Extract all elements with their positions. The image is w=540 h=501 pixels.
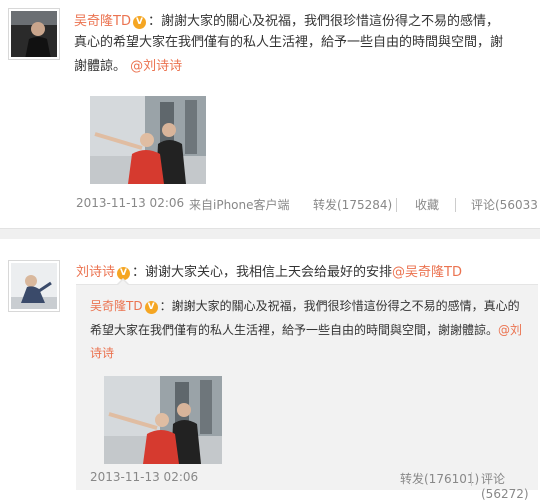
post2-text: ：谢谢大家关心，我相信上天会给最好的安排 (132, 265, 393, 280)
post2-header: 刘诗诗 V ：谢谢大家关心，我相信上天会给最好的安排@吴奇隆TD (76, 261, 462, 280)
weibo-post-2: 刘诗诗 V ：谢谢大家关心，我相信上天会给最好的安排@吴奇隆TD 吴奇隆TD V ：謝謝… (0, 239, 540, 501)
quoted-repost-button[interactable]: 转发(176101) (400, 470, 479, 487)
comment-button[interactable]: 评论(56033 (471, 196, 538, 213)
avatar-photo-icon (11, 11, 57, 57)
author-name[interactable]: 吴奇隆TD (74, 14, 131, 29)
quoted-timestamp[interactable]: 2013-11-13 02:06 (90, 470, 198, 484)
avatar-wuqilong[interactable] (8, 8, 60, 60)
quoted-text-line2-wrap: 希望大家在我們僅有的私人生活裡，給予一些自由的時間與空間，謝謝體諒。@刘 (90, 319, 522, 341)
mention-liushishi[interactable]: @刘 (498, 323, 522, 337)
avatar-liushishi[interactable] (8, 260, 60, 312)
post-text-line1: ：謝謝大家的關心及祝福，我們很珍惜這份得之不易的感情， (147, 14, 499, 29)
verified-badge-icon: V (132, 16, 146, 29)
verified-badge-icon: V (144, 301, 158, 314)
quoted-text-line1: ：謝謝大家的關心及祝福，我們很珍惜這份得之不易的感情，真心的 (159, 299, 520, 313)
author-name[interactable]: 刘诗诗 (76, 265, 115, 280)
post-text-line3-wrap: 謝體諒。 @刘诗诗 (74, 55, 182, 79)
quoted-photo[interactable] (104, 376, 222, 464)
post-source[interactable]: 来自iPhone客户端 (189, 196, 290, 213)
divider (471, 472, 472, 486)
mention-liushishi-cont[interactable]: 诗诗 (90, 346, 114, 360)
quoted-header: 吴奇隆TD V ：謝謝大家的關心及祝福，我們很珍惜這份得之不易的感情，真心的 (90, 297, 520, 314)
post-text-line3: 謝體諒。 (74, 59, 127, 74)
post-photo[interactable] (90, 96, 206, 184)
weibo-post-1: 吴奇隆TD V ：謝謝大家的關心及祝福，我們很珍惜這份得之不易的感情， 真心的希望大… (0, 0, 540, 228)
avatar-photo-icon (11, 263, 57, 309)
post-text-line2: 真心的希望大家在我們僅有的私人生活裡，給予一些自由的時間與空間，謝 (74, 35, 504, 50)
photo-couple-icon (104, 376, 222, 464)
mention-liushishi[interactable]: @刘诗诗 (130, 59, 182, 74)
post1-header: 吴奇隆TD V ：謝謝大家的關心及祝福，我們很珍惜這份得之不易的感情， (74, 10, 499, 29)
photo-couple-icon (90, 96, 206, 184)
divider (396, 198, 397, 212)
mention-wuqilong[interactable]: @吴奇隆TD (392, 265, 462, 280)
quoted-text-line3: 诗诗 (90, 342, 114, 364)
quoted-post: 吴奇隆TD V ：謝謝大家的關心及祝福，我們很珍惜這份得之不易的感情，真心的 希望大… (76, 278, 538, 501)
favorite-button[interactable]: 收藏 (415, 196, 439, 213)
quoted-text-line2: 希望大家在我們僅有的私人生活裡，給予一些自由的時間與空間，謝謝體諒。 (90, 323, 499, 337)
quoted-comment-button[interactable]: 评论(56272) (481, 470, 538, 501)
repost-button[interactable]: 转发(175284) (313, 196, 392, 213)
divider (455, 198, 456, 212)
post-timestamp[interactable]: 2013-11-13 02:06 (76, 196, 184, 210)
quoted-author-name[interactable]: 吴奇隆TD (90, 299, 143, 313)
